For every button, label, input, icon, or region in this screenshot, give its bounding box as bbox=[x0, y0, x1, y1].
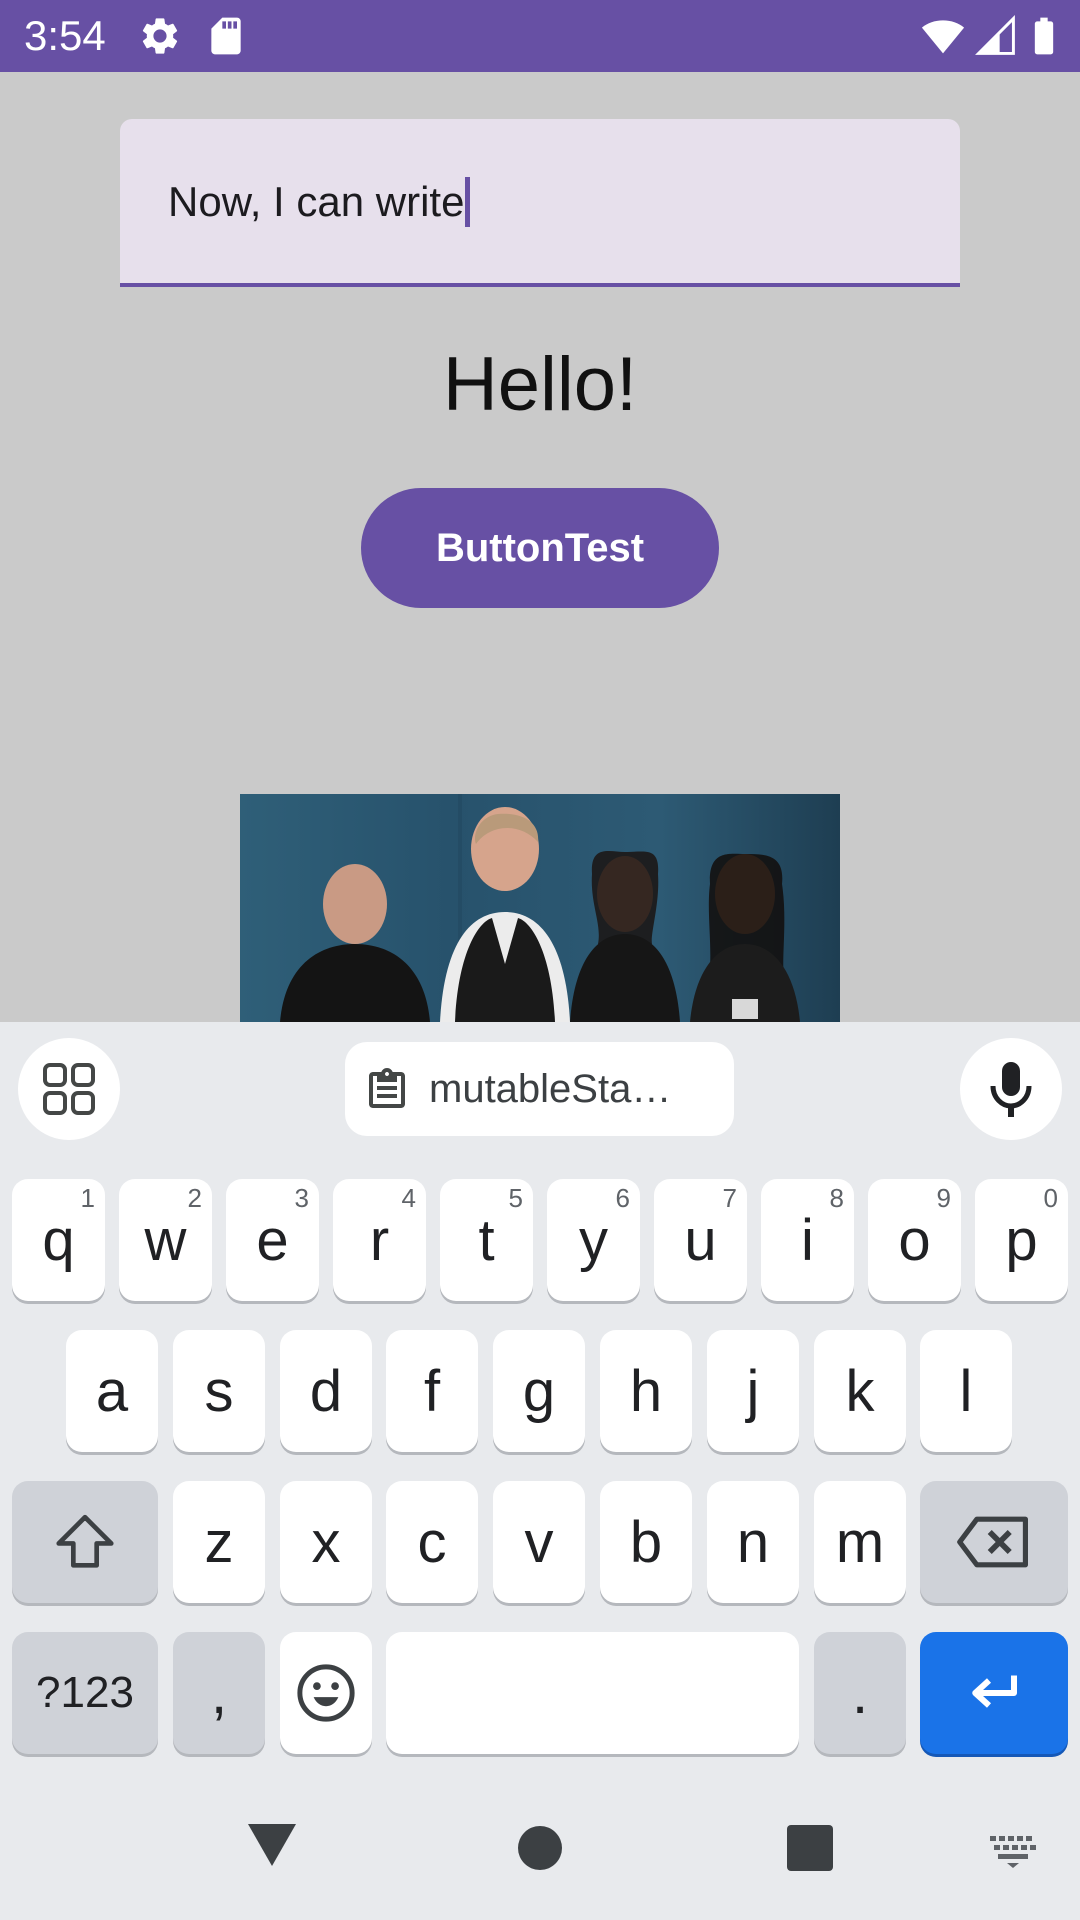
clipboard-suggestion-text: mutableSta… bbox=[429, 1067, 672, 1111]
home-icon[interactable] bbox=[517, 1825, 563, 1871]
emoji-icon bbox=[297, 1664, 355, 1722]
key-backspace[interactable] bbox=[920, 1481, 1068, 1603]
key-v[interactable]: v bbox=[493, 1481, 585, 1603]
key-comma[interactable]: , bbox=[173, 1632, 265, 1754]
key-symbols-label: ?123 bbox=[36, 1668, 134, 1717]
key-shift[interactable] bbox=[12, 1481, 158, 1603]
key-f[interactable]: f bbox=[386, 1330, 478, 1452]
recents-icon[interactable] bbox=[786, 1824, 834, 1872]
key-p-hint: 0 bbox=[1043, 1183, 1058, 1213]
key-r-label: r bbox=[369, 1207, 390, 1273]
soft-keyboard: mutableSta… q1 w2 e3 r4 t5 y6 u7 i8 o9 p… bbox=[0, 1022, 1080, 1920]
greeting-text: Hello! bbox=[442, 342, 638, 427]
key-w-hint: 2 bbox=[187, 1183, 202, 1213]
key-q[interactable]: q1 bbox=[12, 1179, 105, 1301]
status-time: 3:54 bbox=[24, 12, 106, 59]
text-input-field[interactable]: Now, I can write bbox=[120, 119, 960, 287]
key-l[interactable]: l bbox=[920, 1330, 1012, 1452]
key-u-label: u bbox=[684, 1207, 717, 1273]
keyboard-voice-button[interactable] bbox=[960, 1038, 1062, 1140]
key-k[interactable]: k bbox=[814, 1330, 906, 1452]
text-input-text: Now, I can write bbox=[168, 178, 465, 225]
mic-icon bbox=[990, 1062, 1032, 1117]
key-u[interactable]: u7 bbox=[654, 1179, 747, 1301]
button-test[interactable]: ButtonTest bbox=[361, 488, 719, 608]
key-period-label: . bbox=[851, 1660, 869, 1726]
gear-icon bbox=[142, 18, 178, 54]
key-r[interactable]: r4 bbox=[333, 1179, 426, 1301]
apps-grid-icon bbox=[43, 1063, 95, 1115]
battery-icon bbox=[1034, 17, 1054, 55]
key-period[interactable]: . bbox=[814, 1632, 906, 1754]
status-bar: 3:54 bbox=[0, 0, 1080, 72]
sd-card-icon bbox=[211, 17, 241, 55]
key-o[interactable]: o9 bbox=[868, 1179, 961, 1301]
key-w-label: w bbox=[144, 1207, 187, 1273]
key-x[interactable]: x bbox=[280, 1481, 372, 1603]
key-comma-label: , bbox=[210, 1660, 228, 1726]
text-cursor bbox=[465, 177, 471, 227]
key-r-hint: 4 bbox=[401, 1183, 416, 1213]
key-p-label: p bbox=[1005, 1207, 1038, 1273]
key-u-hint: 7 bbox=[722, 1183, 737, 1213]
key-emoji[interactable] bbox=[280, 1632, 372, 1754]
key-j[interactable]: j bbox=[707, 1330, 799, 1452]
band-photo bbox=[240, 794, 840, 1022]
key-t-label: t bbox=[478, 1207, 495, 1273]
key-m[interactable]: m bbox=[814, 1481, 906, 1603]
key-space[interactable] bbox=[386, 1632, 799, 1754]
keyboard-switch-icon[interactable] bbox=[988, 1834, 1038, 1868]
key-e-hint: 3 bbox=[294, 1183, 309, 1213]
clipboard-icon bbox=[369, 1068, 405, 1108]
text-input-value: Now, I can write bbox=[168, 177, 471, 227]
band-photo-image bbox=[240, 794, 840, 1022]
shift-icon bbox=[56, 1514, 114, 1568]
key-a[interactable]: a bbox=[66, 1330, 158, 1452]
key-y[interactable]: y6 bbox=[547, 1179, 640, 1301]
key-d[interactable]: d bbox=[280, 1330, 372, 1452]
key-symbols[interactable]: ?123 bbox=[12, 1632, 158, 1754]
key-t[interactable]: t5 bbox=[440, 1179, 533, 1301]
key-w[interactable]: w2 bbox=[119, 1179, 212, 1301]
key-o-hint: 9 bbox=[936, 1183, 951, 1213]
key-q-label: q bbox=[42, 1207, 75, 1273]
key-o-label: o bbox=[898, 1207, 931, 1273]
signal-icon bbox=[975, 15, 1015, 55]
key-p[interactable]: p0 bbox=[975, 1179, 1068, 1301]
enter-icon bbox=[972, 1675, 1017, 1708]
key-g[interactable]: g bbox=[493, 1330, 585, 1452]
key-i-label: i bbox=[801, 1207, 814, 1273]
wifi-icon bbox=[921, 20, 965, 54]
key-e-label: e bbox=[256, 1207, 289, 1273]
key-e[interactable]: e3 bbox=[226, 1179, 319, 1301]
key-h[interactable]: h bbox=[600, 1330, 692, 1452]
key-n[interactable]: n bbox=[707, 1481, 799, 1603]
key-b[interactable]: b bbox=[600, 1481, 692, 1603]
key-s[interactable]: s bbox=[173, 1330, 265, 1452]
key-enter[interactable] bbox=[920, 1632, 1068, 1754]
key-y-hint: 6 bbox=[615, 1183, 630, 1213]
backspace-icon bbox=[957, 1516, 1028, 1568]
back-icon[interactable] bbox=[244, 1818, 300, 1870]
keyboard-apps-button[interactable] bbox=[18, 1038, 120, 1140]
key-t-hint: 5 bbox=[508, 1183, 523, 1213]
key-q-hint: 1 bbox=[80, 1183, 95, 1213]
clipboard-suggestion-chip[interactable]: mutableSta… bbox=[345, 1042, 734, 1136]
key-i-hint: 8 bbox=[829, 1183, 844, 1213]
key-i[interactable]: i8 bbox=[761, 1179, 854, 1301]
key-y-label: y bbox=[579, 1207, 608, 1273]
key-z[interactable]: z bbox=[173, 1481, 265, 1603]
key-c[interactable]: c bbox=[386, 1481, 478, 1603]
